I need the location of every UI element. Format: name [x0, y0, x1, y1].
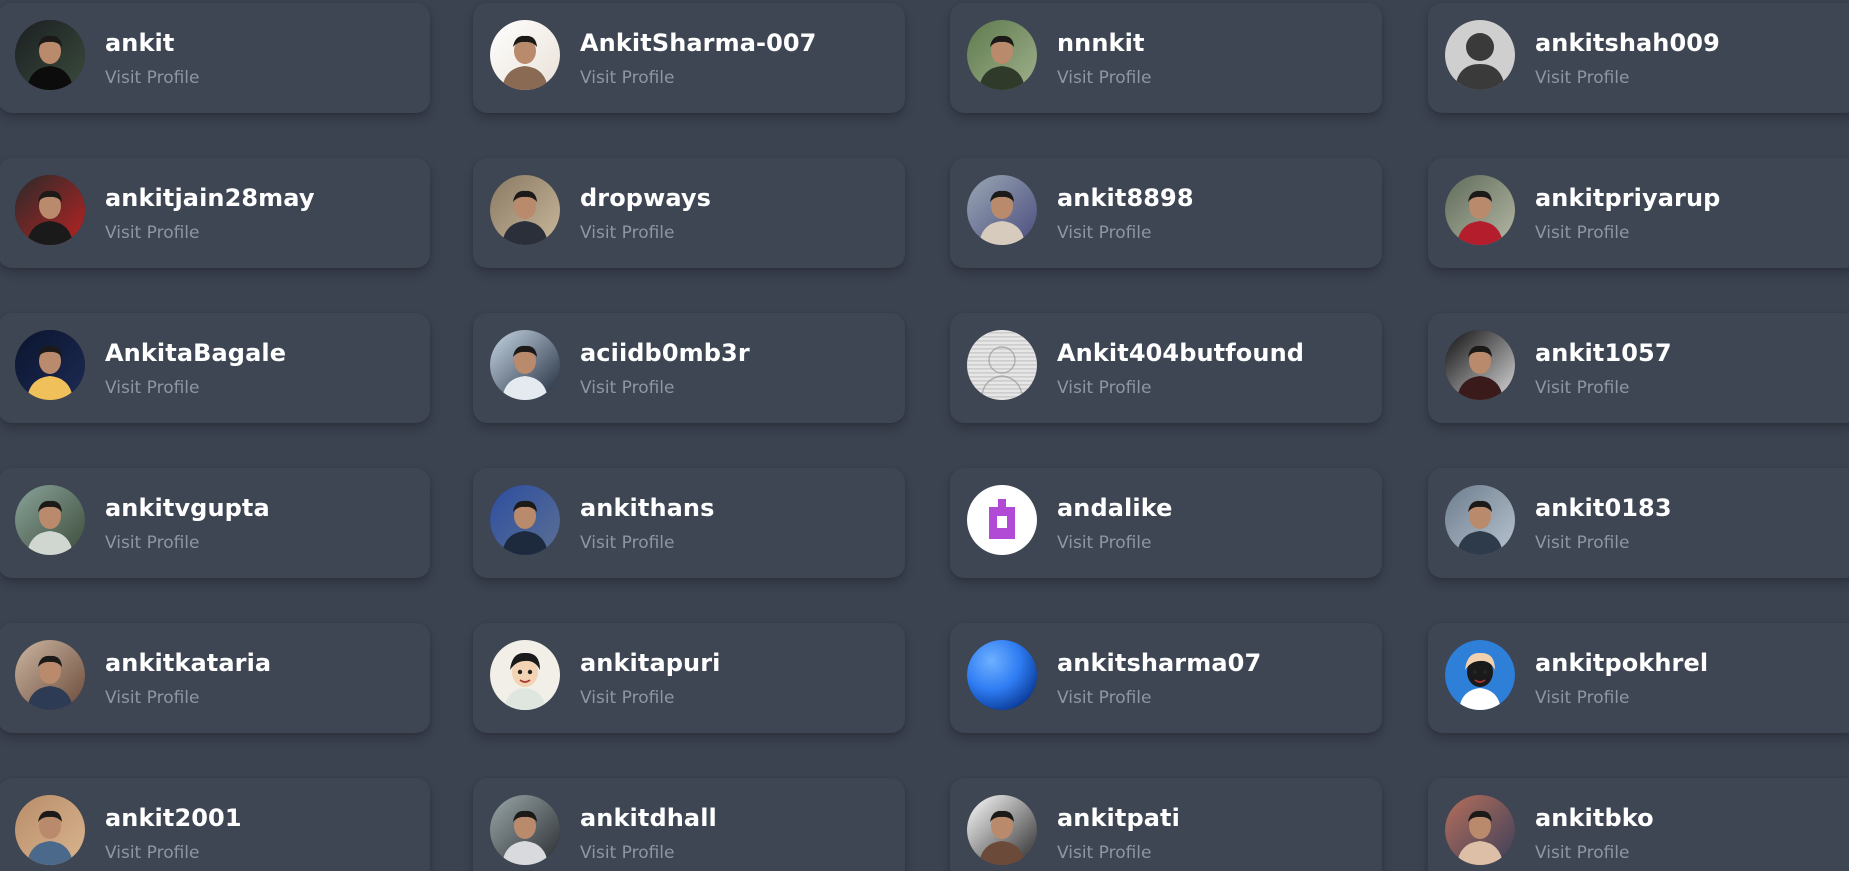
user-card[interactable]: ankitkataria Visit Profile	[0, 623, 430, 733]
visit-profile-link[interactable]: Visit Profile	[1535, 688, 1630, 708]
avatar[interactable]	[15, 20, 85, 90]
username[interactable]: ankit2001	[105, 804, 242, 832]
avatar[interactable]	[967, 20, 1037, 90]
avatar[interactable]	[490, 175, 560, 245]
visit-profile-link[interactable]: Visit Profile	[580, 68, 675, 88]
username[interactable]: ankitpokhrel	[1535, 649, 1708, 677]
username[interactable]: dropways	[580, 184, 711, 212]
user-card[interactable]: AnkitSharma-007 Visit Profile	[473, 3, 905, 113]
visit-profile-link[interactable]: Visit Profile	[580, 223, 675, 243]
visit-profile-link[interactable]: Visit Profile	[580, 533, 675, 553]
user-card[interactable]: ankit8898 Visit Profile	[950, 158, 1382, 268]
username[interactable]: ankithans	[580, 494, 715, 522]
visit-profile-link[interactable]: Visit Profile	[1535, 533, 1630, 553]
avatar[interactable]	[1445, 175, 1515, 245]
username[interactable]: ankitpati	[1057, 804, 1180, 832]
user-card[interactable]: ankithans Visit Profile	[473, 468, 905, 578]
visit-profile-link[interactable]: Visit Profile	[1057, 533, 1152, 553]
user-card[interactable]: aciidb0mb3r Visit Profile	[473, 313, 905, 423]
username[interactable]: ankit8898	[1057, 184, 1194, 212]
visit-profile-link[interactable]: Visit Profile	[1057, 378, 1152, 398]
user-card[interactable]: ankit2001 Visit Profile	[0, 778, 430, 871]
avatar[interactable]	[15, 795, 85, 865]
visit-profile-link[interactable]: Visit Profile	[1057, 843, 1152, 863]
visit-profile-link[interactable]: Visit Profile	[1057, 223, 1152, 243]
username[interactable]: ankit	[105, 29, 174, 57]
avatar[interactable]	[15, 175, 85, 245]
username[interactable]: ankitkataria	[105, 649, 271, 677]
visit-profile-link[interactable]: Visit Profile	[105, 68, 200, 88]
username[interactable]: aciidb0mb3r	[580, 339, 750, 367]
user-card[interactable]: ankitpati Visit Profile	[950, 778, 1382, 871]
visit-profile-link[interactable]: Visit Profile	[105, 843, 200, 863]
avatar[interactable]	[967, 175, 1037, 245]
username[interactable]: ankitsharma07	[1057, 649, 1261, 677]
avatar[interactable]	[967, 330, 1037, 400]
user-card[interactable]: ankitapuri Visit Profile	[473, 623, 905, 733]
avatar[interactable]	[1445, 485, 1515, 555]
visit-profile-link[interactable]: Visit Profile	[1057, 688, 1152, 708]
avatar[interactable]	[967, 795, 1037, 865]
username[interactable]: ankitapuri	[580, 649, 720, 677]
visit-profile-link[interactable]: Visit Profile	[1535, 68, 1630, 88]
visit-profile-link[interactable]: Visit Profile	[580, 843, 675, 863]
avatar[interactable]	[490, 485, 560, 555]
avatar[interactable]	[15, 330, 85, 400]
user-card[interactable]: nnnkit Visit Profile	[950, 3, 1382, 113]
user-card[interactable]: ankitpokhrel Visit Profile	[1428, 623, 1849, 733]
visit-profile-link[interactable]: Visit Profile	[105, 223, 200, 243]
visit-profile-link[interactable]: Visit Profile	[1535, 843, 1630, 863]
user-card[interactable]: AnkitaBagale Visit Profile	[0, 313, 430, 423]
username[interactable]: AnkitSharma-007	[580, 29, 816, 57]
visit-profile-link[interactable]: Visit Profile	[105, 533, 200, 553]
visit-profile-link[interactable]: Visit Profile	[580, 688, 675, 708]
avatar[interactable]	[15, 485, 85, 555]
avatar[interactable]	[967, 485, 1037, 555]
username[interactable]: ankit1057	[1535, 339, 1672, 367]
user-card[interactable]: ankitdhall Visit Profile	[473, 778, 905, 871]
user-grid: ankit Visit Profile AnkitSharma-007 Visit …	[0, 0, 1849, 871]
avatar[interactable]	[1445, 795, 1515, 865]
username[interactable]: ankitshah009	[1535, 29, 1720, 57]
avatar[interactable]	[490, 20, 560, 90]
user-card[interactable]: ankitshah009 Visit Profile	[1428, 3, 1849, 113]
username[interactable]: andalike	[1057, 494, 1173, 522]
avatar[interactable]	[490, 640, 560, 710]
username[interactable]: ankitjain28may	[105, 184, 315, 212]
user-card[interactable]: ankit Visit Profile	[0, 3, 430, 113]
user-card[interactable]: ankitpriyarup Visit Profile	[1428, 158, 1849, 268]
user-card[interactable]: ankitjain28may Visit Profile	[0, 158, 430, 268]
visit-profile-link[interactable]: Visit Profile	[1535, 223, 1630, 243]
avatar[interactable]	[1445, 20, 1515, 90]
avatar[interactable]	[1445, 640, 1515, 710]
user-card[interactable]: ankitsharma07 Visit Profile	[950, 623, 1382, 733]
avatar[interactable]	[1445, 330, 1515, 400]
username[interactable]: AnkitaBagale	[105, 339, 286, 367]
user-card[interactable]: ankit1057 Visit Profile	[1428, 313, 1849, 423]
username[interactable]: ankitvgupta	[105, 494, 270, 522]
username[interactable]: nnnkit	[1057, 29, 1145, 57]
visit-profile-link[interactable]: Visit Profile	[1057, 68, 1152, 88]
username[interactable]: Ankit404butfound	[1057, 339, 1304, 367]
visit-profile-link[interactable]: Visit Profile	[105, 688, 200, 708]
avatar[interactable]	[15, 640, 85, 710]
user-card[interactable]: dropways Visit Profile	[473, 158, 905, 268]
visit-profile-link[interactable]: Visit Profile	[1535, 378, 1630, 398]
user-card[interactable]: andalike Visit Profile	[950, 468, 1382, 578]
username[interactable]: ankitpriyarup	[1535, 184, 1720, 212]
username[interactable]: ankitdhall	[580, 804, 717, 832]
user-card[interactable]: ankit0183 Visit Profile	[1428, 468, 1849, 578]
username[interactable]: ankit0183	[1535, 494, 1672, 522]
avatar[interactable]	[490, 795, 560, 865]
avatar[interactable]	[967, 640, 1037, 710]
visit-profile-link[interactable]: Visit Profile	[105, 378, 200, 398]
user-card[interactable]: ankitvgupta Visit Profile	[0, 468, 430, 578]
username[interactable]: ankitbko	[1535, 804, 1654, 832]
user-card[interactable]: ankitbko Visit Profile	[1428, 778, 1849, 871]
user-card[interactable]: Ankit404butfound Visit Profile	[950, 313, 1382, 423]
visit-profile-link[interactable]: Visit Profile	[580, 378, 675, 398]
avatar[interactable]	[490, 330, 560, 400]
